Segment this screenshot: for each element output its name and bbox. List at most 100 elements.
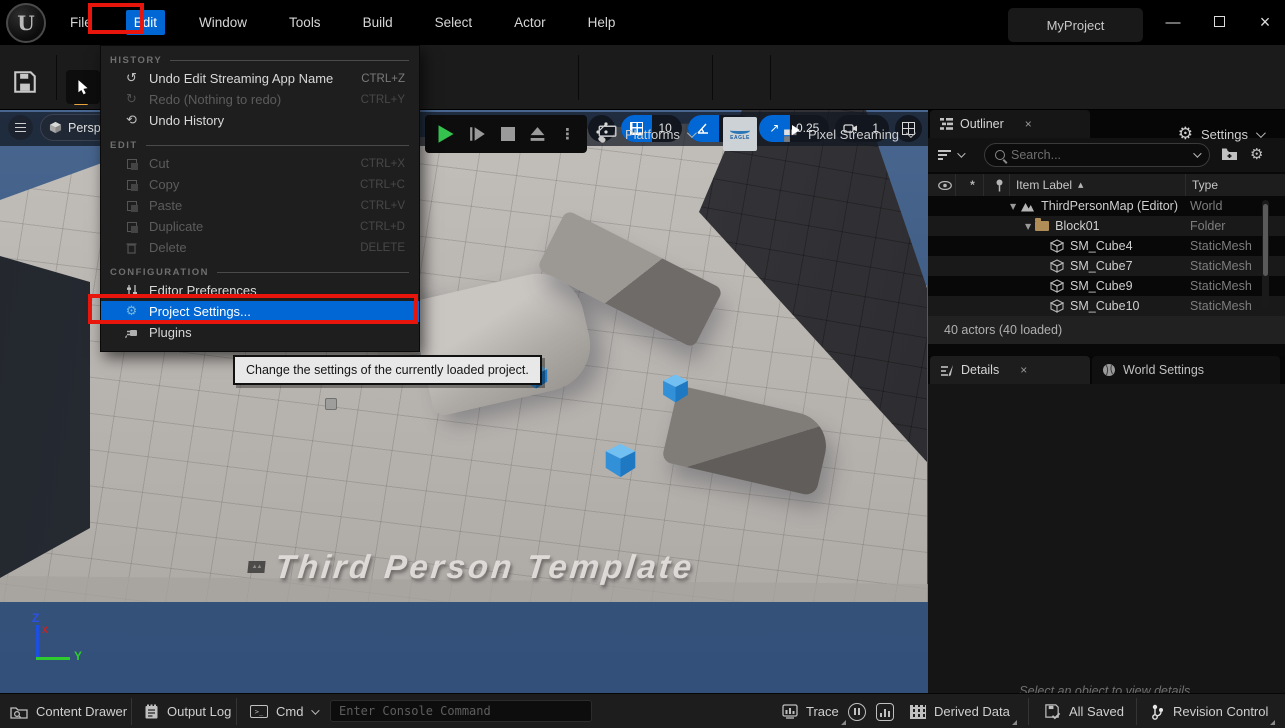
maximize-button[interactable] [1209, 14, 1229, 31]
hamburger-icon [15, 127, 26, 129]
menu-section-edit: EDIT [101, 137, 419, 153]
revision-control-button[interactable]: Revision Control [1150, 694, 1268, 728]
tooltip: Change the settings of the currently loa… [233, 355, 542, 385]
outliner-row-world[interactable]: ▼ ThirdPersonMap (Editor) World [928, 196, 1285, 216]
menu-select[interactable]: Select [427, 10, 481, 35]
close-button[interactable]: × [1255, 12, 1275, 33]
menu-item-copy[interactable]: Copy CTRL+C [101, 174, 419, 195]
star-icon: * [970, 178, 975, 192]
menu-build[interactable]: Build [355, 10, 401, 35]
axis-x-label: X [42, 625, 48, 635]
menu-item-plugins[interactable]: Plugins [101, 322, 419, 343]
play-button[interactable] [437, 124, 455, 144]
cube-icon [1050, 239, 1064, 253]
tab-world-settings[interactable]: World Settings [1092, 356, 1280, 384]
menu-file[interactable]: File [62, 10, 100, 35]
all-saved-button[interactable]: All Saved [1044, 694, 1124, 728]
derived-data-button[interactable]: Derived Data [910, 694, 1010, 728]
undo-history-icon: ⟲ [123, 113, 140, 128]
menu-item-undo[interactable]: ↺ Undo Edit Streaming App Name CTRL+Z [101, 68, 419, 89]
sort-ascending-icon: ▲ [1078, 181, 1083, 189]
outliner-row-mesh[interactable]: SM_Cube4 StaticMesh [928, 236, 1285, 256]
menu-item-redo[interactable]: ↻ Redo (Nothing to redo) CTRL+Y [101, 89, 419, 110]
menu-item-cut[interactable]: Cut CTRL+X [101, 153, 419, 174]
expander-icon[interactable]: ▼ [1025, 222, 1031, 231]
menu-actor[interactable]: Actor [506, 10, 554, 35]
insights-session-button[interactable] [848, 694, 866, 728]
pin-icon [995, 179, 1004, 192]
menu-tools[interactable]: Tools [281, 10, 329, 35]
expander-icon[interactable]: ▼ [1010, 202, 1016, 211]
menu-item-duplicate[interactable]: Duplicate CTRL+D [101, 216, 419, 237]
menu-section-configuration: CONFIGURATION [101, 264, 419, 280]
tab-outliner[interactable]: Outliner × [930, 110, 1090, 138]
outliner-row-mesh[interactable]: SM_Cube7 StaticMesh [928, 256, 1285, 276]
search-input[interactable] [1011, 148, 1187, 162]
pixel-streaming-label: Pixel Streaming [808, 127, 899, 142]
outliner-row-mesh[interactable]: SM_Cube9 StaticMesh [928, 276, 1285, 296]
outliner-search[interactable] [984, 143, 1210, 167]
content-drawer-icon [10, 704, 28, 719]
item-label-column-header[interactable]: Item Label ▲ [1010, 174, 1186, 196]
visibility-column-header[interactable] [928, 174, 956, 196]
menu-edit[interactable]: Edit [126, 10, 165, 35]
duplicate-icon [123, 222, 140, 232]
eject-button[interactable] [529, 126, 546, 142]
window-controls: — × [1163, 0, 1275, 45]
select-mode-button[interactable] [66, 70, 100, 104]
unreal-editor-window: ▲▲ Third Person Template Z Y X Persp [0, 0, 1285, 728]
outliner-row-folder[interactable]: ▼ Block01 Folder [928, 216, 1285, 236]
type-column-header[interactable]: Type [1186, 174, 1285, 196]
project-tab[interactable]: MyProject [1008, 8, 1143, 42]
chevron-down-icon [312, 706, 320, 714]
close-tab-icon[interactable]: × [1025, 117, 1032, 131]
output-log-button[interactable]: Output Log [144, 694, 231, 728]
close-tab-icon[interactable]: × [1020, 363, 1027, 377]
favorite-column-header[interactable]: * [956, 174, 984, 196]
floor-title: ▲▲ Third Person Template [246, 548, 696, 586]
axis-gizmo: Z Y X [28, 615, 88, 675]
title-bar: U File Edit Window Tools Build Select Ac… [0, 0, 1285, 45]
menu-item-delete[interactable]: Delete DELETE [101, 237, 419, 258]
filter-icon [938, 150, 951, 160]
blue-cube [660, 373, 691, 404]
step-frame-button[interactable] [469, 126, 487, 142]
trace-icon [782, 704, 798, 719]
menu-item-undo-history[interactable]: ⟲ Undo History [101, 110, 419, 131]
play-options-button[interactable]: ⋮ [560, 125, 575, 143]
outliner-footer: 40 actors (40 loaded) [928, 316, 1285, 344]
stop-button[interactable] [501, 127, 515, 141]
cut-icon [123, 159, 140, 169]
tab-details[interactable]: Details × [930, 356, 1090, 384]
undo-icon: ↺ [123, 71, 140, 86]
pin-column-header[interactable] [984, 174, 1010, 196]
project-settings-icon: ⚙ [123, 304, 140, 319]
settings-button[interactable]: ⚙ Settings [1178, 115, 1263, 153]
trace-button[interactable]: Trace [782, 694, 839, 728]
eagle-plugin-button[interactable]: EAGLE [723, 117, 757, 151]
menu-help[interactable]: Help [580, 10, 624, 35]
content-drawer-button[interactable]: Content Drawer [10, 694, 127, 728]
menu-item-editor-preferences[interactable]: Editor Preferences [101, 280, 419, 301]
platforms-button[interactable]: Platforms [596, 115, 694, 153]
chevron-down-icon [957, 149, 965, 157]
cmd-selector[interactable]: >_ Cmd [250, 694, 317, 728]
angle-icon [696, 122, 710, 135]
insights-meter-button[interactable] [876, 694, 894, 728]
editor-preferences-icon [123, 285, 140, 297]
menu-item-paste[interactable]: Paste CTRL+V [101, 195, 419, 216]
minimize-button[interactable]: — [1163, 14, 1183, 31]
pixel-streaming-button[interactable]: Pixel Streaming [783, 115, 913, 153]
menu-item-project-settings[interactable]: ⚙ Project Settings... [101, 301, 419, 322]
outliner-scrollbar[interactable] [1262, 200, 1269, 310]
axis-y-label: Y [74, 649, 82, 663]
world-icon [1020, 201, 1035, 212]
menu-window[interactable]: Window [191, 10, 255, 35]
save-button[interactable] [12, 69, 38, 100]
axis-z-label: Z [32, 611, 39, 625]
outliner-filter-button[interactable] [938, 150, 963, 160]
outliner-row-mesh[interactable]: SM_Cube10 StaticMesh [928, 296, 1285, 316]
console-input[interactable] [339, 704, 583, 718]
viewport-menu-button[interactable] [8, 115, 33, 140]
redo-icon: ↻ [123, 92, 140, 107]
